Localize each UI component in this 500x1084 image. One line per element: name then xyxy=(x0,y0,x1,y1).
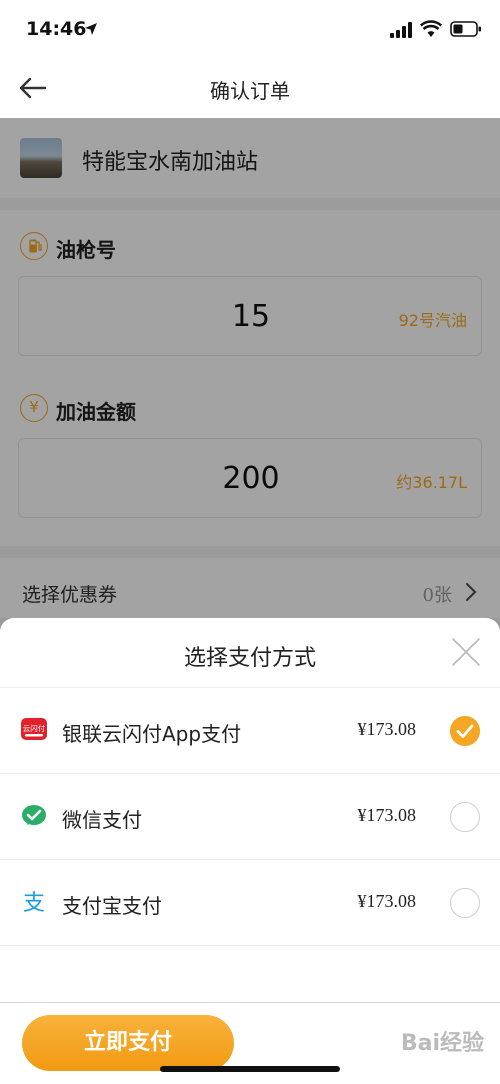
wechat-pay-icon xyxy=(22,805,46,825)
payment-option-alipay[interactable]: 支 支付宝支付 ¥173.08 xyxy=(0,860,500,946)
home-indicator xyxy=(160,1066,340,1072)
payment-option-amount: ¥173.08 xyxy=(357,719,417,739)
radio-unselected[interactable] xyxy=(450,888,480,918)
payment-option-label: 支付宝支付 xyxy=(62,894,162,918)
status-time: 14:46 xyxy=(26,18,87,40)
location-arrow-icon xyxy=(85,23,97,35)
unionpay-icon-text: 云闪付 xyxy=(23,723,46,733)
alipay-icon-text: 支 xyxy=(23,891,45,916)
close-icon[interactable] xyxy=(450,636,482,668)
cellular-signal-icon xyxy=(390,22,412,38)
alipay-icon: 支 xyxy=(23,891,45,916)
payment-option-wechat[interactable]: 微信支付 ¥173.08 xyxy=(0,774,500,860)
radio-selected-icon[interactable] xyxy=(450,716,480,746)
sheet-title: 选择支付方式 xyxy=(183,646,316,671)
payment-option-amount: ¥173.08 xyxy=(357,891,417,911)
battery-icon xyxy=(450,21,481,37)
page-title: 确认订单 xyxy=(210,79,290,103)
payment-option-amount: ¥173.08 xyxy=(357,805,417,825)
payment-option-label: 微信支付 xyxy=(62,808,142,832)
unionpay-quickpass-icon: 云闪付 xyxy=(21,718,47,740)
payment-option-label: 银联云闪付App支付 xyxy=(62,722,242,746)
payment-option-unionpay[interactable]: 云闪付 银联云闪付App支付 ¥173.08 xyxy=(0,688,500,774)
wifi-icon xyxy=(420,20,442,37)
radio-unselected[interactable] xyxy=(450,802,480,832)
pay-now-button[interactable]: 立即支付 xyxy=(22,1015,234,1071)
bottom-action-bar: 立即支付 Bai经验 xyxy=(0,1002,500,1084)
payment-method-sheet: 选择支付方式 云闪付 银联云闪付App支付 ¥173.08 微信支付 ¥173.… xyxy=(0,618,500,1084)
navigation-bar: 确认订单 xyxy=(0,58,500,118)
baidu-jingyan-watermark: Bai经验 xyxy=(400,1031,484,1056)
status-bar: 14:46 xyxy=(0,0,500,58)
sheet-header: 选择支付方式 xyxy=(0,618,500,688)
